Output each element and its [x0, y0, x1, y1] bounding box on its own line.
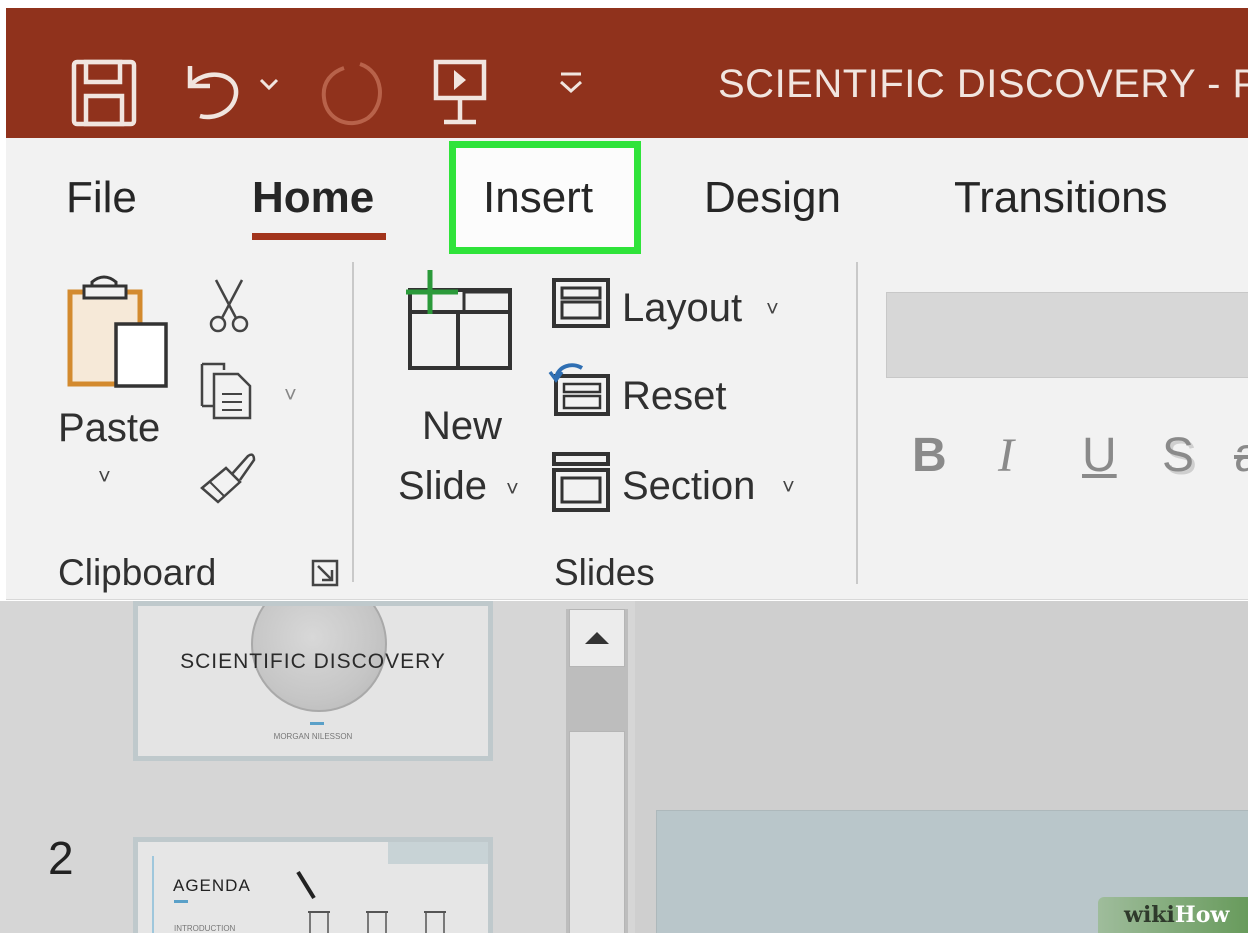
underline-button[interactable]: U — [1082, 428, 1117, 483]
slide1-accent — [310, 722, 324, 725]
slide1-subtitle: MORGAN NILESSON — [273, 732, 353, 741]
save-icon[interactable] — [68, 56, 144, 132]
italic-button[interactable]: I — [998, 428, 1014, 483]
paste-dropdown-chevron[interactable]: ˅ — [98, 464, 111, 490]
new-slide-label-line1[interactable]: New — [422, 404, 502, 449]
triangle-up-icon — [585, 632, 609, 644]
section-dropdown-chevron[interactable]: ˅ — [782, 474, 795, 500]
tab-file[interactable]: File — [66, 173, 137, 223]
copy-icon[interactable] — [194, 358, 260, 424]
slide2-accent — [174, 900, 188, 903]
workspace: SCIENTIFIC DISCOVERY MORGAN NILESSON 2 A… — [0, 601, 1248, 933]
slide2-title: AGENDA — [173, 876, 251, 895]
lab-glassware-image — [296, 870, 446, 933]
slide2-side-bar — [152, 856, 154, 933]
reset-icon[interactable] — [548, 360, 614, 418]
tab-home[interactable]: Home — [252, 173, 374, 223]
tab-design[interactable]: Design — [704, 173, 841, 223]
clipboard-group-label: Clipboard — [58, 552, 217, 593]
tab-transitions[interactable]: Transitions — [954, 173, 1168, 223]
tab-insert[interactable]: Insert — [449, 141, 641, 254]
strikethrough-button[interactable]: a — [1234, 428, 1248, 483]
reset-label[interactable]: Reset — [622, 374, 727, 419]
document-title: SCIENTIFIC DISCOVERY - P — [718, 62, 1248, 106]
group-separator — [856, 262, 858, 584]
title-bar: SCIENTIFIC DISCOVERY - P — [6, 8, 1248, 138]
ribbon: File Home Insert Design Transitions Past… — [6, 138, 1248, 600]
scroll-up-button[interactable] — [569, 609, 625, 667]
group-separator — [352, 262, 354, 582]
section-label[interactable]: Section — [622, 464, 755, 509]
section-icon[interactable] — [550, 450, 612, 514]
shadow-button[interactable]: S — [1162, 428, 1194, 483]
new-slide-icon[interactable] — [398, 264, 518, 374]
slide2-corner-block — [388, 842, 488, 864]
slide2-subtitle: INTRODUCTION — [174, 924, 236, 933]
new-slide-label-line2[interactable]: Slide — [398, 464, 487, 509]
active-tab-indicator — [252, 233, 386, 240]
cut-icon[interactable] — [206, 278, 252, 336]
scrollbar-thumb[interactable] — [569, 731, 625, 933]
bold-button[interactable]: B — [912, 428, 947, 483]
start-slideshow-icon[interactable] — [428, 56, 492, 132]
slide1-title: SCIENTIFIC DISCOVERY — [180, 650, 446, 673]
copy-dropdown-chevron[interactable]: ˅ — [284, 382, 297, 408]
paste-icon[interactable] — [64, 272, 174, 392]
font-name-box[interactable] — [886, 292, 1248, 378]
layout-dropdown-chevron[interactable]: ˅ — [766, 296, 779, 322]
wikihow-watermark: wikiHow — [1098, 897, 1248, 933]
new-slide-dropdown-chevron[interactable]: ˅ — [506, 476, 519, 502]
redo-icon — [321, 62, 382, 126]
undo-icon[interactable] — [178, 56, 248, 126]
slide-thumbnail-2[interactable]: AGENDA INTRODUCTION — [133, 837, 493, 933]
slides-group-label: Slides — [554, 552, 655, 593]
layout-icon[interactable] — [550, 276, 612, 330]
paste-label[interactable]: Paste — [58, 406, 160, 451]
format-painter-icon[interactable] — [196, 448, 260, 508]
slide-number-2: 2 — [48, 832, 74, 884]
slide-thumbnail-1[interactable]: SCIENTIFIC DISCOVERY MORGAN NILESSON — [133, 601, 493, 761]
customize-quick-access-icon[interactable] — [556, 70, 586, 96]
layout-label[interactable]: Layout — [622, 286, 742, 331]
dialog-launcher-icon[interactable] — [310, 558, 340, 588]
undo-dropdown-chevron-icon[interactable] — [258, 76, 280, 92]
tab-insert-label: Insert — [483, 173, 594, 222]
